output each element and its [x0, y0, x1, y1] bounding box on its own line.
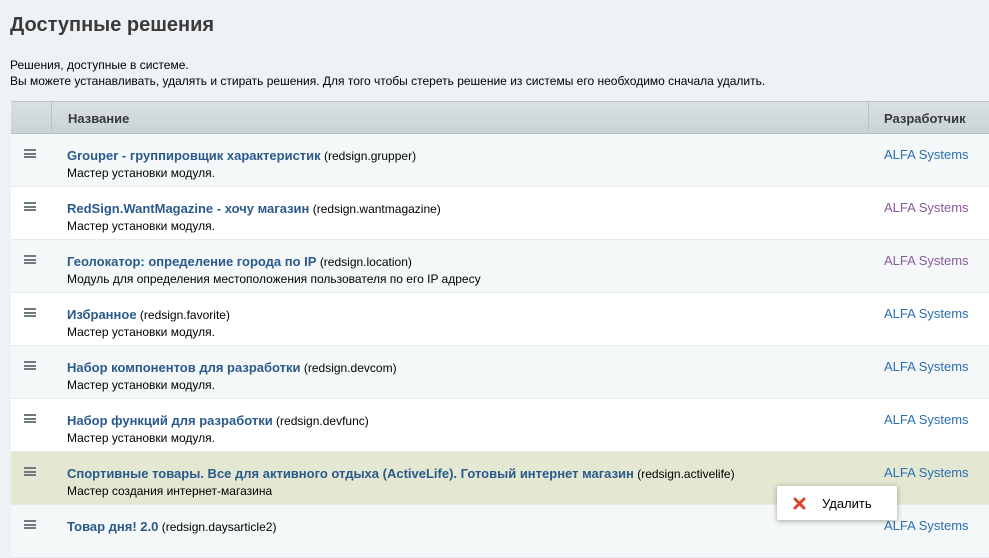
row-menu-icon[interactable]	[24, 202, 36, 211]
header-developer[interactable]: Разработчик	[869, 102, 989, 133]
header-name[interactable]: Название	[52, 102, 869, 133]
row-menu-icon[interactable]	[24, 308, 36, 317]
solution-description: Мастер установки модуля.	[67, 219, 215, 233]
intro-line-2: Вы можете устанавливать, удалять и стира…	[10, 74, 766, 88]
table-row[interactable]: Набор компонентов для разработки (redsig…	[11, 346, 989, 399]
solution-description: Мастер установки модуля.	[67, 166, 215, 180]
solution-name-link[interactable]: Геолокатор: определение города по IP	[67, 254, 316, 269]
page-title: Доступные решения	[10, 14, 215, 36]
developer-link[interactable]: ALFA Systems	[884, 253, 969, 268]
developer-link[interactable]: ALFA Systems	[884, 412, 969, 427]
developer-link[interactable]: ALFA Systems	[884, 465, 969, 480]
solution-code: (redsign.daysarticle2)	[161, 520, 277, 534]
row-menu-icon[interactable]	[24, 520, 36, 529]
solution-code: (redsign.devcom)	[303, 361, 397, 375]
table-row[interactable]: RedSign.WantMagazine - хочу магазин (red…	[11, 187, 989, 240]
table-row[interactable]: Геолокатор: определение города по IP (re…	[11, 240, 989, 293]
context-menu-delete[interactable]: Удалить	[777, 486, 897, 520]
solution-code: (redsign.grupper)	[324, 149, 417, 163]
developer-link[interactable]: ALFA Systems	[884, 306, 969, 321]
header-actions-column	[11, 102, 52, 133]
solution-description: Мастер установки модуля.	[67, 378, 215, 392]
developer-link[interactable]: ALFA Systems	[884, 200, 969, 215]
context-menu: Удалить	[777, 486, 897, 520]
solution-code: (redsign.devfunc)	[276, 414, 369, 428]
row-menu-icon[interactable]	[24, 414, 36, 423]
developer-link[interactable]: ALFA Systems	[884, 359, 969, 374]
solution-code: (redsign.favorite)	[139, 308, 230, 322]
solution-description: Мастер установки модуля.	[67, 431, 215, 445]
row-menu-icon[interactable]	[24, 361, 36, 370]
solution-code: (redsign.wantmagazine)	[312, 202, 441, 216]
solution-name-link[interactable]: Товар дня! 2.0	[67, 519, 158, 534]
solution-code: (redsign.activelife)	[637, 467, 735, 481]
solution-description: Мастер создания интернет-магазина	[67, 484, 273, 498]
solution-name-link[interactable]: Набор компонентов для разработки	[67, 360, 301, 375]
intro-line-1: Решения, доступные в системе.	[10, 58, 189, 72]
solution-name-link[interactable]: Grouper - группировщик характеристик	[67, 148, 321, 163]
table-row[interactable]: Grouper - группировщик характеристик (re…	[11, 134, 989, 187]
solution-name-link[interactable]: Избранное	[67, 307, 137, 322]
table-header: Название Разработчик	[11, 101, 989, 134]
delete-x-icon	[793, 497, 806, 509]
row-menu-icon[interactable]	[24, 255, 36, 264]
page-intro: Решения, доступные в системе. Вы можете …	[10, 57, 765, 89]
developer-link[interactable]: ALFA Systems	[884, 147, 969, 162]
row-menu-icon[interactable]	[24, 467, 36, 476]
row-menu-icon[interactable]	[24, 149, 36, 158]
solution-code: (redsign.location)	[319, 255, 412, 269]
solution-description: Мастер установки модуля.	[67, 325, 215, 339]
solution-name-link[interactable]: RedSign.WantMagazine - хочу магазин	[67, 201, 309, 216]
table-row[interactable]: Набор функций для разработки (redsign.de…	[11, 399, 989, 452]
context-menu-delete-label: Удалить	[822, 495, 872, 511]
solution-description: Модуль для определения местоположения по…	[67, 272, 481, 286]
solution-name-link[interactable]: Спортивные товары. Все для активного отд…	[67, 466, 634, 481]
solution-name-link[interactable]: Набор функций для разработки	[67, 413, 273, 428]
table-row[interactable]: Избранное (redsign.favorite) Мастер уста…	[11, 293, 989, 346]
developer-link[interactable]: ALFA Systems	[884, 518, 969, 533]
